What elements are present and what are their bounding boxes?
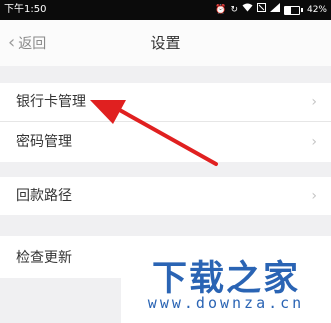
signal-icon <box>269 0 280 20</box>
alarm-icon: ⏰ <box>215 5 227 15</box>
settings-item-label: 银行卡管理 <box>16 94 86 110</box>
battery-icon <box>283 5 300 15</box>
section-gap <box>0 66 331 83</box>
settings-item-payment-route[interactable]: 回款路径 › <box>0 177 331 215</box>
status-time: 下午1:50 <box>4 4 47 15</box>
chevron-right-icon: › <box>311 94 317 110</box>
chevron-right-icon: › <box>311 134 317 150</box>
wifi-icon <box>242 0 253 20</box>
settings-item-label: 检查更新 <box>16 250 72 266</box>
sim-icon <box>256 0 266 20</box>
section-gap <box>0 162 331 177</box>
section-gap <box>0 215 331 236</box>
battery-percent: 42% <box>306 5 327 15</box>
settings-item-label: 密码管理 <box>16 134 72 150</box>
status-bar: 下午1:50 ⏰ ↻ 42% <box>0 0 331 20</box>
settings-item-password[interactable]: 密码管理 › <box>0 122 331 162</box>
status-icons: ⏰ ↻ 42% <box>215 0 327 20</box>
page-title: 设置 <box>150 34 181 52</box>
chevron-right-icon: › <box>311 188 317 204</box>
header: ‹ 返回 设置 <box>0 20 331 66</box>
watermark: 下载之家 www.downza.cn <box>121 248 331 323</box>
battery-tip <box>300 8 303 12</box>
watermark-url: www.downza.cn <box>147 294 305 312</box>
sync-icon: ↻ <box>230 5 238 15</box>
settings-item-label: 回款路径 <box>16 188 72 204</box>
settings-item-bank-card[interactable]: 银行卡管理 › <box>0 83 331 121</box>
